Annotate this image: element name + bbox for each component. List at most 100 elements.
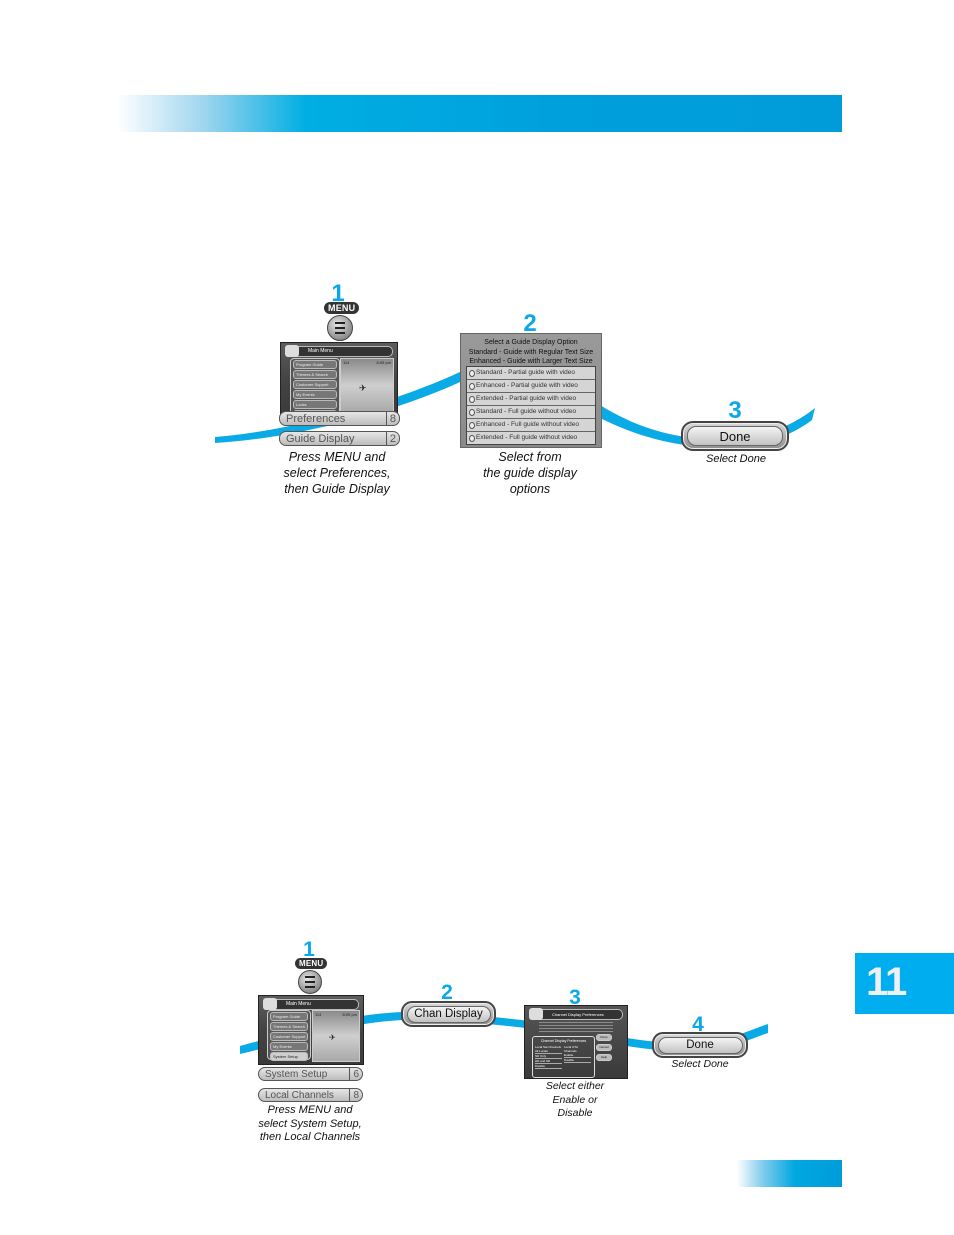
heading-line: Select a Guide Display Option [484,339,578,346]
screen-help-button[interactable]: Help [596,1054,612,1061]
dish-logo-icon [529,1008,543,1020]
selection-number: 2 [385,432,396,446]
main-menu-screen: Main Menu Program Guide Themes & Search … [258,995,364,1065]
menu-item[interactable]: Themes & Search [293,370,337,379]
step-number: 3 [728,397,742,424]
option-label: Standard - Partial guide with video [476,369,576,376]
main-menu-screen: Main Menu Program Guide Themes & Search … [280,342,398,416]
selection-label: Local Channels [265,1090,334,1101]
channel-display-preferences-screen: Channel Display Preferences Channel Disp… [524,1005,628,1079]
menu-remote-label: MENU [324,302,360,314]
guide-option[interactable]: Standard - Full guide without video [467,406,595,419]
caption-line: Enable or [552,1093,598,1106]
radio-icon [469,408,475,416]
screen-cancel-button[interactable]: Cancel [596,1044,612,1051]
guide-option[interactable]: Extended - Full guide without video [467,432,595,444]
menu-remote-button[interactable] [327,315,353,341]
screen-done-button[interactable]: Done [596,1034,612,1041]
heading-line: Standard - Guide with Regular Text Size [468,348,594,356]
selection-label: Guide Display [286,433,355,445]
menu-item[interactable]: Customer Support [270,1032,308,1041]
clock-time: 8:05 pm [342,1012,357,1017]
step-caption: Select either Enable or Disable [520,1080,630,1121]
option-label: Extended - Full guide without video [476,434,578,441]
clock-time: 8:05 pm [376,360,391,365]
chan-display-label: Chan Display [406,1005,491,1023]
menu-remote-label: MENU [295,958,328,969]
caption-line: then Local Channels [259,1131,361,1143]
caption-line: then Guide Display [284,482,390,496]
airplane-icon: ✈ [359,383,367,393]
caption-line: select Preferences, [283,466,391,480]
caption-line: Select Done [671,1058,729,1070]
caption-line: select System Setup, [258,1117,362,1130]
preferences-box: Channel Display Preferences Local Sat Ch… [532,1036,595,1078]
option-label: Extended - Partial guide with video [476,395,577,402]
instruction-text [539,1022,613,1034]
done-button-label: Done [687,426,783,446]
screen-title-bar: Channel Display Preferences [529,1008,623,1020]
menu-remote-button[interactable] [298,970,322,994]
caption-line: the guide display [483,466,577,480]
local-channels-selection[interactable]: Local Channels 8 [258,1088,363,1102]
guide-option[interactable]: Extended - Partial guide with video [467,393,595,406]
guide-display-panel: Select a Guide Display Option Standard -… [460,333,602,448]
chan-display-button[interactable]: Chan Display [401,1001,496,1027]
dish-logo-icon [285,345,299,357]
screen-title: Channel Display Preferences [552,1012,604,1017]
caption-line: Select either [545,1080,605,1092]
airplane-icon: ✈ [329,1033,336,1042]
guide-option[interactable]: Enhanced - Full guide without video [467,419,595,432]
step-caption: Select Done [676,453,796,467]
channel-number: 114 [343,360,350,365]
guide-panel-heading: Select a Guide Display Option Standard -… [461,334,601,367]
menu-item[interactable]: Locks [293,400,337,409]
caption-line: Disable [557,1107,593,1119]
guide-display-selection[interactable]: Guide Display 2 [279,431,400,446]
radio-icon [469,434,475,442]
menu-item[interactable]: Themes & Search [270,1022,308,1031]
caption-line: options [509,482,551,496]
guide-option[interactable]: Enhanced - Partial guide with video [467,380,595,393]
done-button[interactable]: Done [652,1032,748,1058]
menu-item-selected[interactable]: System Setup [270,1052,308,1061]
menu-item[interactable]: Customer Support [293,380,337,389]
step-caption: Select Done [640,1058,760,1072]
menu-item[interactable]: Program Guide [270,1012,308,1021]
col1-option[interactable]: Disable [535,1064,562,1069]
selection-number: 6 [349,1068,359,1081]
screen-title-bar: Main Menu [285,345,393,357]
dish-logo-icon [263,998,277,1010]
radio-icon [469,421,475,429]
screen-title-bar: Main Menu [263,998,359,1010]
caption-line: Press MENU and [288,450,386,464]
video-preview: 114 8:05 pm ✈ [312,1010,360,1062]
selection-label: System Setup [265,1069,328,1080]
screen-buttons: Done Cancel Help [596,1034,612,1061]
system-setup-selection[interactable]: System Setup 6 [258,1067,363,1081]
done-button[interactable]: Done [681,421,789,451]
local-ota-column: Local OTA Channels Enable Disable [564,1045,591,1063]
screen-title: Main Menu [308,348,333,354]
guide-options-list: Standard - Partial guide with video Enha… [466,366,596,445]
radio-icon [469,382,475,390]
menu-lines-icon [335,322,345,334]
option-label: Enhanced - Partial guide with video [476,382,578,389]
swoosh-graphics [215,362,815,1054]
channel-number: 114 [315,1012,322,1017]
radio-icon [469,395,475,403]
preferences-selection[interactable]: Preferences 8 [279,411,400,426]
menu-item[interactable]: My Events [270,1042,308,1051]
disable-option[interactable]: Disable [564,1058,591,1063]
option-label: Standard - Full guide without video [476,408,577,415]
step-caption: Press MENU and select Preferences, then … [262,449,412,497]
caption-line: Select Done [706,453,766,465]
caption-line: Press MENU and [267,1104,353,1116]
video-preview: 114 8:05 pm ✈ [340,358,394,413]
radio-icon [469,369,475,377]
step-caption: Select from the guide display options [455,449,605,497]
guide-option[interactable]: Standard - Partial guide with video [467,367,595,380]
menu-item[interactable]: Program Guide [293,360,337,369]
menu-item[interactable]: My Events [293,390,337,399]
local-sat-column: Local Sat Channels All Locals SD Only HD… [535,1045,562,1069]
